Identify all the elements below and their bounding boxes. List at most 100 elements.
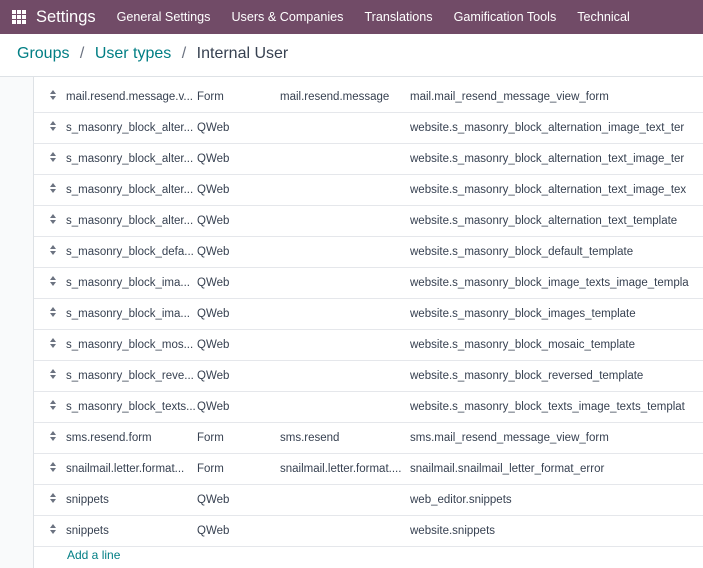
menu-users-companies[interactable]: Users & Companies	[231, 10, 343, 24]
view-model-cell[interactable]	[280, 205, 410, 237]
table-row[interactable]: s_masonry_block_alter... QWeb website.s_ma…	[34, 174, 703, 206]
table-row[interactable]: s_masonry_block_alter... QWeb website.s_ma…	[34, 205, 703, 237]
view-type-cell[interactable]: QWeb	[197, 298, 280, 330]
view-type-cell[interactable]: QWeb	[197, 484, 280, 516]
drag-handle-icon[interactable]	[49, 214, 57, 225]
view-key-cell[interactable]: website.s_masonry_block_image_texts_imag…	[410, 267, 703, 299]
view-type-cell[interactable]: Form	[197, 82, 280, 113]
menu-general-settings[interactable]: General Settings	[117, 10, 211, 24]
view-model-cell[interactable]	[280, 298, 410, 330]
table-row[interactable]: snailmail.letter.format... Form snailmail.…	[34, 453, 703, 485]
table-row[interactable]: s_masonry_block_reve... QWeb website.s_mas…	[34, 360, 703, 392]
view-model-cell[interactable]	[280, 360, 410, 392]
view-model-cell[interactable]	[280, 515, 410, 547]
view-name-cell[interactable]: mail.resend.message.v...	[66, 82, 197, 113]
view-name-cell[interactable]: s_masonry_block_mos...	[66, 329, 197, 361]
table-row[interactable]: s_masonry_block_mos... QWeb website.s_maso…	[34, 329, 703, 361]
view-key-cell[interactable]: website.snippets	[410, 515, 703, 547]
view-name-cell[interactable]: s_masonry_block_ima...	[66, 298, 197, 330]
table-row[interactable]: snippets QWeb website.snippets	[34, 515, 703, 547]
view-model-cell[interactable]: sms.resend	[280, 422, 410, 454]
view-name-cell[interactable]: s_masonry_block_alter...	[66, 174, 197, 206]
table-row[interactable]: s_masonry_block_alter... QWeb website.s_ma…	[34, 112, 703, 144]
view-type-cell[interactable]: QWeb	[197, 267, 280, 299]
view-name-cell[interactable]: s_masonry_block_alter...	[66, 112, 197, 144]
view-model-cell[interactable]	[280, 267, 410, 299]
view-name-cell[interactable]: s_masonry_block_alter...	[66, 143, 197, 175]
add-line-link[interactable]: Add a line	[67, 548, 120, 562]
drag-handle-icon[interactable]	[49, 524, 57, 535]
drag-handle-icon[interactable]	[49, 245, 57, 256]
view-key-cell[interactable]: website.s_masonry_block_reversed_templat…	[410, 360, 703, 392]
view-model-cell[interactable]	[280, 391, 410, 423]
view-model-cell[interactable]	[280, 484, 410, 516]
view-name-cell[interactable]: s_masonry_block_ima...	[66, 267, 197, 299]
table-row[interactable]: s_masonry_block_ima... QWeb website.s_maso…	[34, 267, 703, 299]
view-key-cell[interactable]: mail.mail_resend_message_view_form	[410, 82, 703, 113]
view-name-cell[interactable]: snippets	[66, 484, 197, 516]
drag-handle-icon[interactable]	[49, 369, 57, 380]
view-key-cell[interactable]: website.s_masonry_block_alternation_imag…	[410, 112, 703, 144]
table-row[interactable]: s_masonry_block_ima... QWeb website.s_maso…	[34, 298, 703, 330]
drag-handle-icon[interactable]	[49, 338, 57, 349]
view-model-cell[interactable]	[280, 236, 410, 268]
view-type-cell[interactable]: QWeb	[197, 515, 280, 547]
breadcrumb-user-types[interactable]: User types	[95, 45, 171, 62]
view-name-cell[interactable]: sms.resend.form	[66, 422, 197, 454]
app-title[interactable]: Settings	[36, 8, 96, 27]
drag-handle-icon[interactable]	[49, 400, 57, 411]
view-key-cell[interactable]: web_editor.snippets	[410, 484, 703, 516]
view-key-cell[interactable]: website.s_masonry_block_alternation_text…	[410, 174, 703, 206]
view-model-cell[interactable]	[280, 112, 410, 144]
view-name-cell[interactable]: s_masonry_block_alter...	[66, 205, 197, 237]
view-key-cell[interactable]: website.s_masonry_block_alternation_text…	[410, 205, 703, 237]
view-type-cell[interactable]: Form	[197, 453, 280, 485]
view-model-cell[interactable]: snailmail.letter.format....	[280, 453, 410, 485]
menu-gamification-tools[interactable]: Gamification Tools	[454, 10, 557, 24]
table-row[interactable]: s_masonry_block_texts... QWeb website.s_ma…	[34, 391, 703, 423]
table-row[interactable]: s_masonry_block_defa... QWeb website.s_mas…	[34, 236, 703, 268]
view-name-cell[interactable]: snailmail.letter.format...	[66, 453, 197, 485]
apps-grid-icon[interactable]	[12, 10, 26, 24]
view-name-cell[interactable]: snippets	[66, 515, 197, 547]
view-type-cell[interactable]: QWeb	[197, 174, 280, 206]
view-key-cell[interactable]: sms.mail_resend_message_view_form	[410, 422, 703, 454]
view-type-cell[interactable]: Form	[197, 422, 280, 454]
breadcrumb-groups[interactable]: Groups	[17, 45, 69, 62]
view-type-cell[interactable]: QWeb	[197, 391, 280, 423]
view-model-cell[interactable]	[280, 329, 410, 361]
view-name-cell[interactable]: s_masonry_block_texts...	[66, 391, 197, 423]
view-type-cell[interactable]: QWeb	[197, 360, 280, 392]
table-row[interactable]: mail.resend.message.v... Form mail.resend.…	[34, 82, 703, 113]
view-model-cell[interactable]	[280, 143, 410, 175]
view-key-cell[interactable]: website.s_masonry_block_mosaic_template	[410, 329, 703, 361]
drag-handle-icon[interactable]	[49, 462, 57, 473]
drag-handle-icon[interactable]	[49, 121, 57, 132]
view-name-cell[interactable]: s_masonry_block_defa...	[66, 236, 197, 268]
menu-translations[interactable]: Translations	[364, 10, 432, 24]
view-type-cell[interactable]: QWeb	[197, 112, 280, 144]
view-type-cell[interactable]: QWeb	[197, 205, 280, 237]
view-model-cell[interactable]: mail.resend.message	[280, 82, 410, 113]
drag-handle-icon[interactable]	[49, 431, 57, 442]
view-key-cell[interactable]: website.s_masonry_block_default_template	[410, 236, 703, 268]
table-row[interactable]: sms.resend.form Form sms.resend sms.mail_re…	[34, 422, 703, 454]
drag-handle-icon[interactable]	[49, 183, 57, 194]
view-key-cell[interactable]: website.s_masonry_block_alternation_text…	[410, 143, 703, 175]
view-type-cell[interactable]: QWeb	[197, 329, 280, 361]
view-model-cell[interactable]	[280, 174, 410, 206]
drag-handle-icon[interactable]	[49, 307, 57, 318]
drag-handle-icon[interactable]	[49, 152, 57, 163]
view-type-cell[interactable]: QWeb	[197, 143, 280, 175]
view-key-cell[interactable]: website.s_masonry_block_texts_image_text…	[410, 391, 703, 423]
drag-handle-icon[interactable]	[49, 493, 57, 504]
view-key-cell[interactable]: snailmail.snailmail_letter_format_error	[410, 453, 703, 485]
drag-handle-icon[interactable]	[49, 276, 57, 287]
menu-technical[interactable]: Technical	[577, 10, 630, 24]
view-type-cell[interactable]: QWeb	[197, 236, 280, 268]
table-row[interactable]: snippets QWeb web_editor.snippets	[34, 484, 703, 516]
table-row[interactable]: s_masonry_block_alter... QWeb website.s_ma…	[34, 143, 703, 175]
view-name-cell[interactable]: s_masonry_block_reve...	[66, 360, 197, 392]
view-key-cell[interactable]: website.s_masonry_block_images_template	[410, 298, 703, 330]
drag-handle-icon[interactable]	[49, 90, 57, 101]
